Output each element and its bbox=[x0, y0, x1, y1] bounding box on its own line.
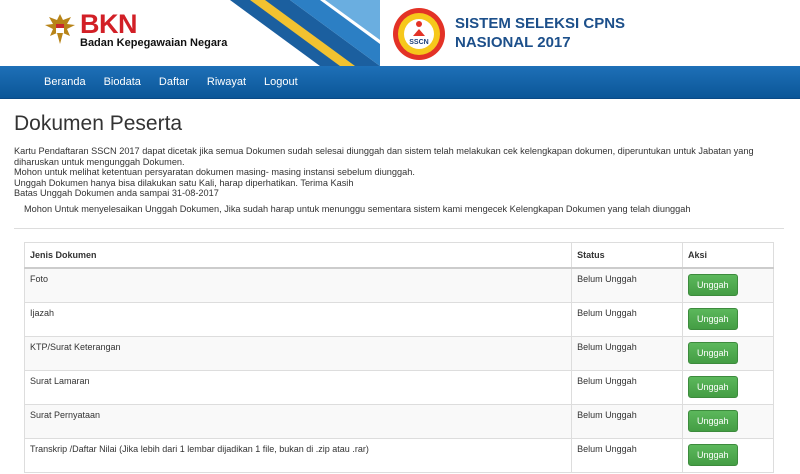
intro-line: Kartu Pendaftaran SSCN 2017 dapat diceta… bbox=[14, 146, 754, 167]
intro-text: Kartu Pendaftaran SSCN 2017 dapat diceta… bbox=[14, 146, 774, 199]
action-cell: Unggah bbox=[682, 336, 774, 371]
doc-status: Belum Unggah bbox=[571, 404, 684, 439]
doc-status: Belum Unggah bbox=[571, 336, 684, 371]
table-row: Ijazah Belum Unggah Unggah bbox=[23, 302, 774, 337]
doc-name: Foto bbox=[23, 267, 573, 303]
nav-logout[interactable]: Logout bbox=[255, 76, 307, 88]
doc-status: Belum Unggah bbox=[571, 267, 684, 303]
system-title-line2: NASIONAL 2017 bbox=[455, 34, 571, 51]
brand-subtitle: Badan Kepegawaian Negara bbox=[80, 37, 228, 49]
sscn-logo-text: SSCN bbox=[409, 39, 428, 46]
header-status: Status bbox=[571, 242, 684, 269]
table-row: Surat Lamaran Belum Unggah Unggah bbox=[23, 370, 774, 405]
documents-table: Jenis Dokumen Status Aksi Foto Belum Ung… bbox=[23, 242, 774, 473]
decorative-stripes bbox=[230, 0, 380, 66]
system-title: SISTEM SELEKSI CPNS NASIONAL 2017 bbox=[455, 14, 625, 52]
table-header-row: Jenis Dokumen Status Aksi bbox=[23, 242, 774, 269]
upload-button[interactable]: Unggah bbox=[688, 342, 738, 364]
action-cell: Unggah bbox=[682, 302, 774, 337]
upload-notice: Mohon Untuk menyelesaikan Unggah Dokumen… bbox=[24, 204, 691, 214]
nav-daftar[interactable]: Daftar bbox=[150, 76, 198, 88]
doc-name: Surat Lamaran bbox=[23, 370, 573, 405]
table-row: Foto Belum Unggah Unggah bbox=[23, 267, 774, 303]
doc-name: Transkrip /Daftar Nilai (Jika lebih dari… bbox=[23, 438, 573, 473]
action-cell: Unggah bbox=[682, 404, 774, 439]
page-title: Dokumen Peserta bbox=[14, 112, 183, 135]
table-row: KTP/Surat Keterangan Belum Unggah Unggah bbox=[23, 336, 774, 371]
action-cell: Unggah bbox=[682, 267, 774, 303]
doc-status: Belum Unggah bbox=[571, 438, 684, 473]
header-aksi: Aksi bbox=[682, 242, 774, 269]
garuda-emblem-icon bbox=[45, 14, 75, 44]
doc-status: Belum Unggah bbox=[571, 302, 684, 337]
nav-biodata[interactable]: Biodata bbox=[95, 76, 150, 88]
upload-button[interactable]: Unggah bbox=[688, 444, 738, 466]
upload-button[interactable]: Unggah bbox=[688, 410, 738, 432]
header-jenis-dokumen: Jenis Dokumen bbox=[23, 242, 573, 269]
action-cell: Unggah bbox=[682, 438, 774, 473]
table-row: Surat Pernyataan Belum Unggah Unggah bbox=[23, 404, 774, 439]
intro-line: Batas Unggah Dokumen anda sampai 31-08-2… bbox=[14, 188, 219, 199]
action-cell: Unggah bbox=[682, 370, 774, 405]
main-navbar: Beranda Biodata Daftar Riwayat Logout bbox=[0, 66, 800, 99]
doc-name: KTP/Surat Keterangan bbox=[23, 336, 573, 371]
nav-riwayat[interactable]: Riwayat bbox=[198, 76, 255, 88]
intro-line: Unggah Dokumen hanya bisa dilakukan satu… bbox=[14, 177, 354, 188]
table-row: Transkrip /Daftar Nilai (Jika lebih dari… bbox=[23, 438, 774, 473]
intro-line: Mohon untuk melihat ketentuan persyarata… bbox=[14, 167, 415, 178]
upload-button[interactable]: Unggah bbox=[688, 376, 738, 398]
sscn-logo-icon: SSCN bbox=[393, 8, 445, 60]
doc-name: Ijazah bbox=[23, 302, 573, 337]
divider bbox=[14, 228, 784, 229]
upload-button[interactable]: Unggah bbox=[688, 308, 738, 330]
brand-name: BKN bbox=[80, 9, 138, 39]
doc-status: Belum Unggah bbox=[571, 370, 684, 405]
system-title-line1: SISTEM SELEKSI CPNS bbox=[455, 15, 626, 32]
nav-beranda[interactable]: Beranda bbox=[35, 76, 95, 88]
upload-button[interactable]: Unggah bbox=[688, 274, 738, 296]
doc-name: Surat Pernyataan bbox=[23, 404, 573, 439]
site-header: BKN Badan Kepegawaian Negara SSCN SISTEM… bbox=[0, 0, 800, 66]
